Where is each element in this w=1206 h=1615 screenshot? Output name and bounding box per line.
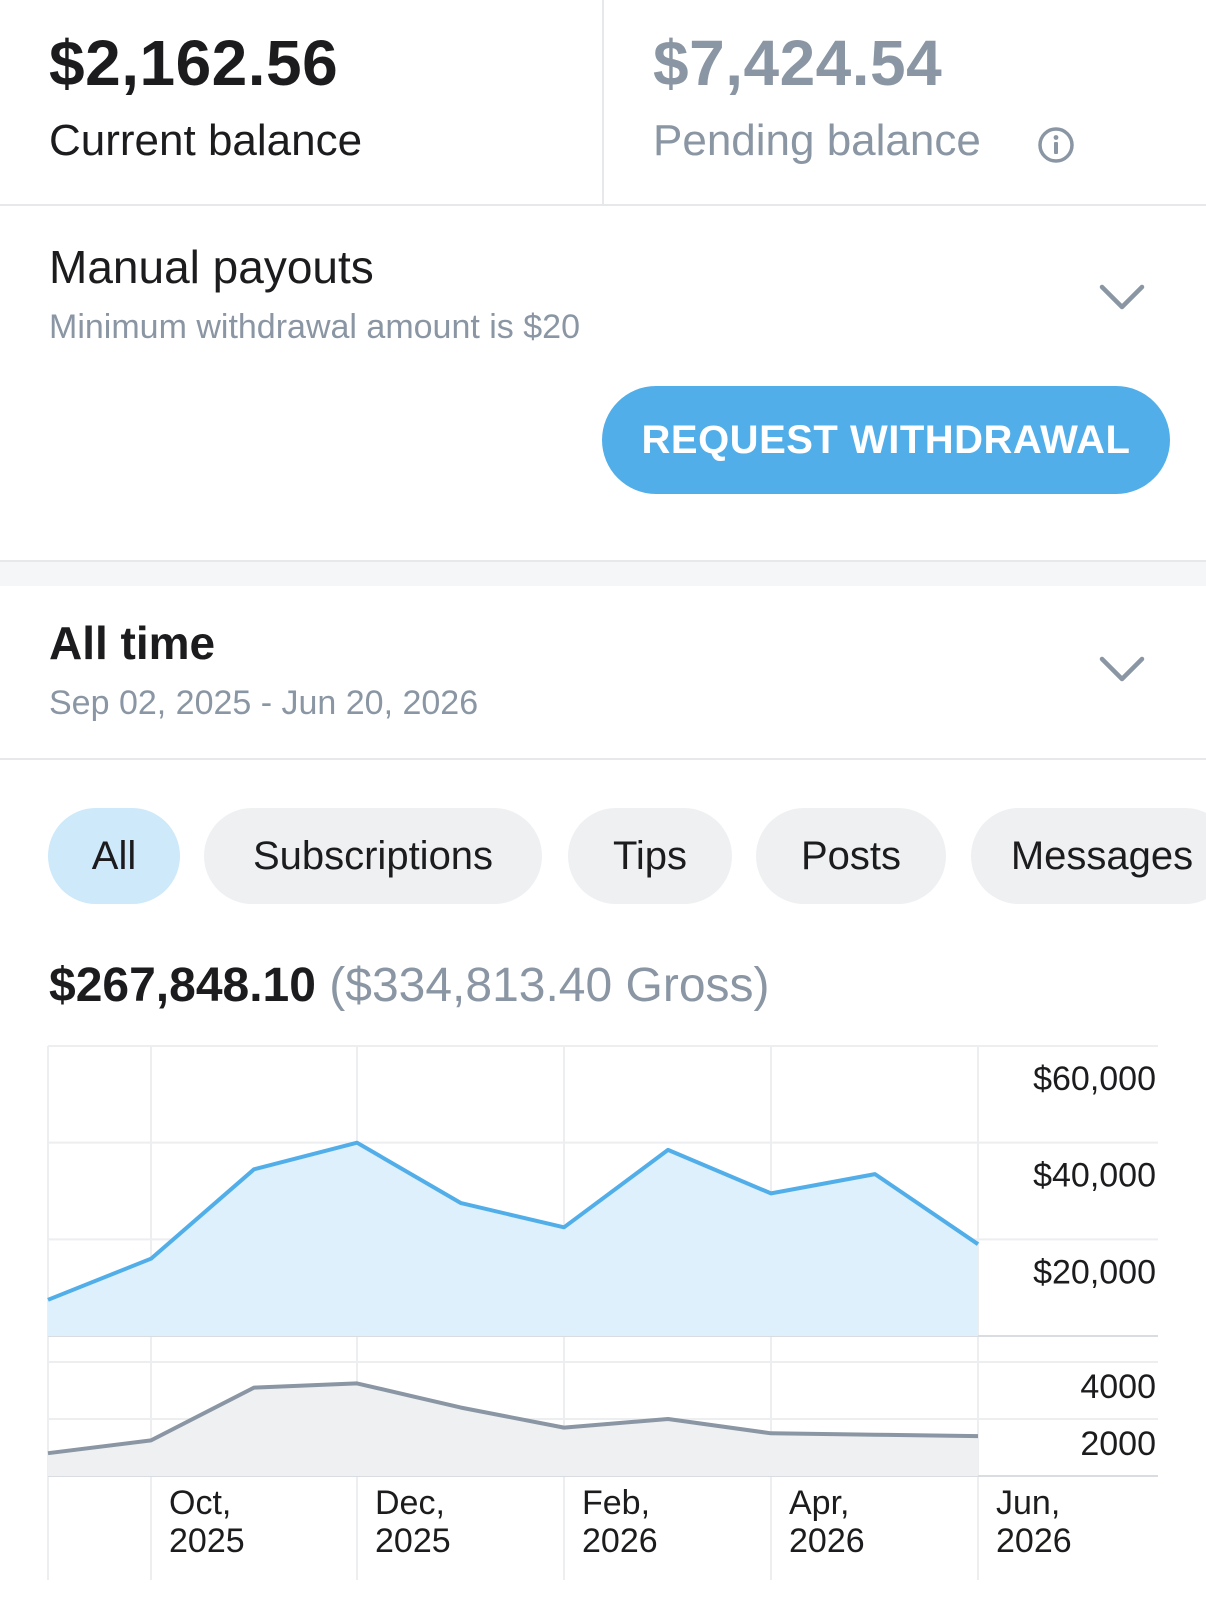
earnings-total: $267,848.10 ($334,813.40 Gross) xyxy=(49,958,770,1013)
current-balance-label: Current balance xyxy=(49,116,363,165)
filter-posts[interactable]: Posts xyxy=(756,808,946,904)
y-tick-label: $40,000 xyxy=(1033,1157,1156,1195)
period-range: Sep 02, 2025 - Jun 20, 2026 xyxy=(49,684,479,722)
balances-section: $2,162.56 Current balance $7,424.54 Pend… xyxy=(0,0,1206,206)
chevron-down-icon[interactable] xyxy=(1098,654,1146,684)
section-gap xyxy=(0,562,1206,586)
manual-payouts-section: Manual payouts Minimum withdrawal amount… xyxy=(0,206,1206,562)
pending-balance-label: Pending balance xyxy=(653,116,981,165)
x-tick-label: Apr, 2026 xyxy=(789,1484,865,1560)
y-tick-label: 4000 xyxy=(1080,1368,1156,1406)
info-icon[interactable] xyxy=(1037,126,1075,164)
y-tick-label: $20,000 xyxy=(1033,1253,1156,1291)
y-tick-label: 2000 xyxy=(1080,1425,1156,1463)
filter-subscriptions[interactable]: Subscriptions xyxy=(204,808,542,904)
net-earnings: $267,848.10 xyxy=(49,959,316,1012)
balance-divider xyxy=(602,0,604,204)
x-tick-label: Jun, 2026 xyxy=(996,1484,1072,1560)
period-selector[interactable]: All time Sep 02, 2025 - Jun 20, 2026 xyxy=(0,586,1206,760)
earnings-area-fill xyxy=(48,1142,978,1336)
period-title: All time xyxy=(49,617,216,669)
filter-tips[interactable]: Tips xyxy=(568,808,732,904)
current-balance-amount: $2,162.56 xyxy=(49,27,339,99)
earnings-filter-tabs: All Subscriptions Tips Posts Messages xyxy=(0,808,1206,904)
manual-payouts-title: Manual payouts xyxy=(49,241,374,293)
x-tick-label: Oct, 2025 xyxy=(169,1484,245,1560)
gross-earnings: ($334,813.40 Gross) xyxy=(329,959,770,1012)
filter-messages[interactable]: Messages xyxy=(971,808,1206,904)
x-tick-label: Feb, 2026 xyxy=(582,1484,658,1560)
count-area-fill xyxy=(48,1383,978,1476)
x-tick-label: Dec, 2025 xyxy=(375,1484,451,1560)
pending-balance-amount: $7,424.54 xyxy=(653,27,943,99)
filter-all[interactable]: All xyxy=(48,808,180,904)
earnings-chart: $60,000 $40,000 $20,000 4000 2000 Oct, 2025 Dec… xyxy=(47,1045,1158,1580)
manual-payouts-subtitle: Minimum withdrawal amount is $20 xyxy=(49,308,580,346)
y-tick-label: $60,000 xyxy=(1033,1060,1156,1098)
request-withdrawal-button[interactable]: REQUEST WITHDRAWAL xyxy=(602,386,1170,494)
chevron-down-icon[interactable] xyxy=(1098,282,1146,312)
